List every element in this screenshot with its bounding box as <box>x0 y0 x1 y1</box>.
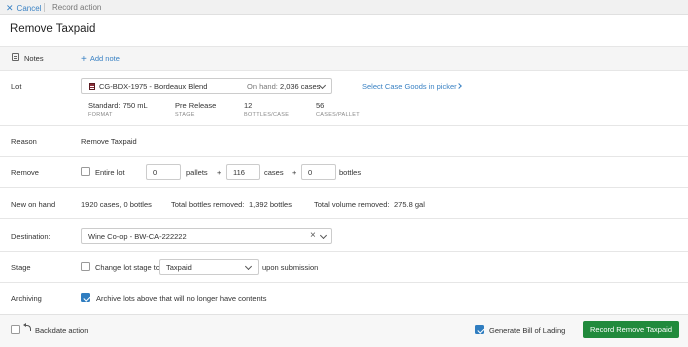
stage-value: Pre Release <box>175 101 217 110</box>
change-stage-label: Change lot stage to <box>95 263 161 272</box>
stage-label: Stage <box>11 263 31 272</box>
cases-input[interactable]: 116 <box>226 164 260 180</box>
new-on-hand-value: 1920 cases, 0 bottles <box>81 200 152 209</box>
divider <box>0 187 688 188</box>
format-value: Standard: 750 mL <box>88 101 148 110</box>
divider <box>0 282 688 283</box>
divider <box>0 156 688 157</box>
entire-lot-checkbox[interactable] <box>81 167 90 176</box>
reason-label: Reason <box>11 137 37 146</box>
remove-label: Remove <box>11 168 39 177</box>
breadcrumb: Record action <box>52 3 102 12</box>
bill-of-lading-checkbox[interactable] <box>475 325 484 334</box>
note-icon <box>12 53 19 61</box>
chevron-down-icon <box>319 231 328 240</box>
chevron-right-icon <box>456 83 462 89</box>
total-volume-removed-label: Total volume removed: <box>314 200 390 209</box>
destination-label: Destination: <box>11 232 51 241</box>
record-remove-taxpaid-button[interactable]: Record Remove Taxpaid <box>583 321 679 338</box>
new-on-hand-label: New on hand <box>11 200 56 209</box>
archive-lots-checkbox[interactable] <box>81 293 90 302</box>
cases-per-pallet-caption: CASES/PALLET <box>316 112 360 118</box>
notes-label: Notes <box>24 54 44 63</box>
bottles-per-case-value: 12 <box>244 101 253 110</box>
destination-value: Wine Co-op - BW-CA-222222 <box>88 232 187 241</box>
upon-submission-label: upon submission <box>262 263 319 272</box>
destination-select[interactable]: Wine Co-op - BW-CA-222222 × <box>81 228 332 244</box>
cancel-label: Cancel <box>16 4 42 13</box>
select-in-picker-link[interactable]: Select Case Goods in picker <box>362 82 457 91</box>
bottles-input[interactable]: 0 <box>301 164 336 180</box>
case-goods-icon <box>89 83 95 90</box>
page-title: Remove Taxpaid <box>10 23 96 35</box>
undo-icon <box>23 323 31 331</box>
lot-name: CG-BDX-1975 - Bordeaux Blend <box>99 82 208 91</box>
chevron-down-icon <box>244 262 253 271</box>
stage-selected: Taxpaid <box>166 263 192 272</box>
on-hand-info: On hand: 2,036 cases <box>247 82 320 91</box>
stage-select[interactable]: Taxpaid <box>159 259 259 275</box>
divider <box>0 251 688 252</box>
archive-lots-label: Archive lots above that will no longer h… <box>96 294 267 303</box>
reason-value: Remove Taxpaid <box>81 137 137 146</box>
archiving-label: Archiving <box>11 294 42 303</box>
lot-select[interactable]: CG-BDX-1975 - Bordeaux Blend On hand: 2,… <box>81 78 332 94</box>
divider <box>0 218 688 219</box>
plus-sign: + <box>217 168 222 177</box>
cases-label: cases <box>264 168 284 177</box>
top-bar: ✕ Cancel Record action <box>0 0 688 15</box>
total-bottles-removed-label: Total bottles removed: <box>171 200 245 209</box>
cancel-link[interactable]: ✕ Cancel <box>6 3 41 14</box>
format-caption: FORMAT <box>88 112 113 118</box>
clear-icon[interactable]: × <box>310 230 316 241</box>
breadcrumb-separator <box>44 3 45 12</box>
total-bottles-removed-value: 1,392 bottles <box>249 200 292 209</box>
bill-of-lading-label: Generate Bill of Lading <box>489 326 566 335</box>
backdate-label: Backdate action <box>35 326 89 335</box>
lot-label: Lot <box>11 82 22 91</box>
plus-sign: + <box>292 168 297 177</box>
divider <box>0 125 688 126</box>
add-note-label: Add note <box>89 54 120 63</box>
pallets-input[interactable]: 0 <box>146 164 181 180</box>
bottles-per-case-caption: BOTTLES/CASE <box>244 112 290 118</box>
add-note-link[interactable]: + Add note <box>81 53 120 65</box>
on-hand-value: 2,036 cases <box>279 82 321 91</box>
divider <box>0 46 688 47</box>
backdate-checkbox[interactable] <box>11 325 20 334</box>
close-icon: ✕ <box>6 3 14 13</box>
picker-link-label: Select Case Goods in picker <box>362 82 457 91</box>
stage-caption: STAGE <box>175 112 195 118</box>
cases-per-pallet-value: 56 <box>316 101 325 110</box>
plus-icon: + <box>81 54 87 65</box>
entire-lot-label: Entire lot <box>95 168 125 177</box>
on-hand-label: On hand: <box>247 82 278 91</box>
total-volume-removed-value: 275.8 gal <box>394 200 425 209</box>
change-stage-checkbox[interactable] <box>81 262 90 271</box>
pallets-label: pallets <box>186 168 208 177</box>
bottles-label: bottles <box>339 168 362 177</box>
divider <box>0 70 688 71</box>
